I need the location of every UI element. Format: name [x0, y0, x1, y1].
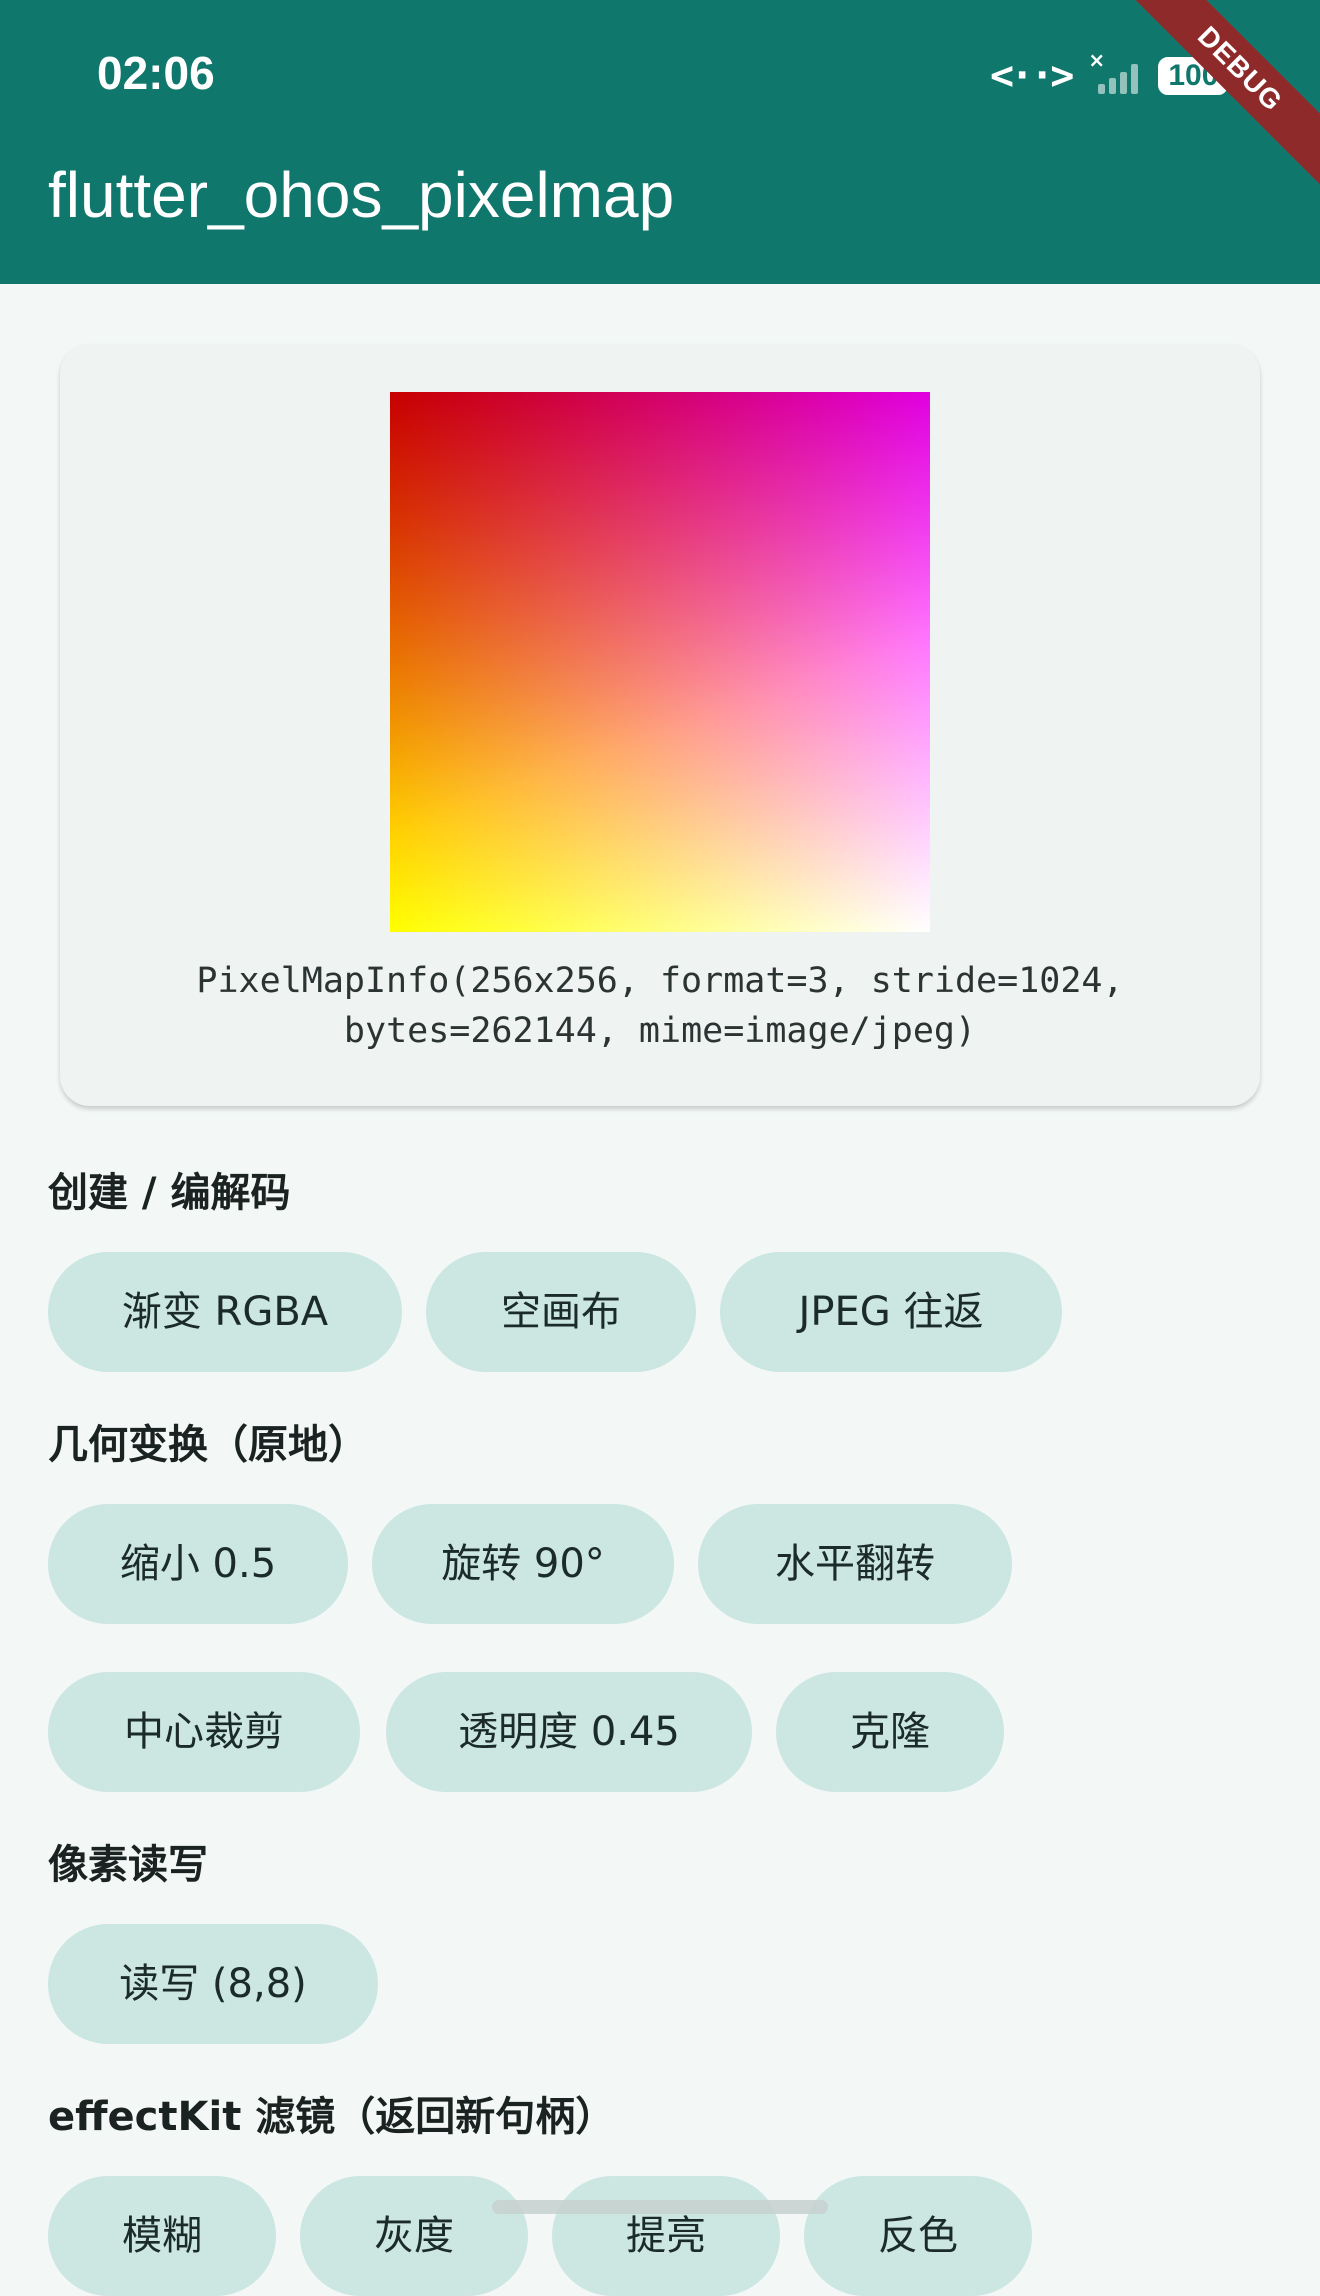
pixelmap-preview-image — [390, 392, 930, 932]
invert-button[interactable]: 反色 — [804, 2176, 1032, 2296]
status-time: 02:06 — [97, 47, 215, 99]
scale-down-button[interactable]: 缩小 0.5 — [48, 1504, 348, 1624]
blur-button[interactable]: 模糊 — [48, 2176, 276, 2296]
rotate-90-button[interactable]: 旋转 90° — [372, 1504, 674, 1624]
pixelmap-info-text: PixelMapInfo(256x256, format=3, stride=1… — [196, 961, 1124, 1051]
empty-canvas-button[interactable]: 空画布 — [426, 1252, 696, 1372]
grayscale-button[interactable]: 灰度 — [300, 2176, 528, 2296]
center-crop-button[interactable]: 中心裁剪 — [48, 1672, 360, 1792]
gradient-rgba-button[interactable]: 渐变 RGBA — [48, 1252, 402, 1372]
data-transfer-icon: <··> — [990, 53, 1074, 99]
section-title-effectkit: effectKit 滤镜（返回新句柄） — [48, 2094, 616, 2140]
section-title-create: 创建 / 编解码 — [48, 1170, 291, 1216]
clone-button[interactable]: 克隆 — [776, 1672, 1004, 1792]
opacity-button[interactable]: 透明度 0.45 — [386, 1672, 752, 1792]
section-title-transform: 几何变换（原地） — [48, 1422, 368, 1468]
brighten-button[interactable]: 提亮 — [552, 2176, 780, 2296]
home-indicator[interactable] — [492, 2200, 828, 2214]
signal-icon: × — [1088, 48, 1144, 98]
read-write-pixel-button[interactable]: 读写 (8,8) — [48, 1924, 378, 2044]
preview-card: PixelMapInfo(256x256, format=3, stride=1… — [60, 344, 1260, 1106]
flip-horizontal-button[interactable]: 水平翻转 — [698, 1504, 1012, 1624]
jpeg-roundtrip-button[interactable]: JPEG 往返 — [720, 1252, 1062, 1372]
section-title-pixel-rw: 像素读写 — [48, 1842, 208, 1888]
app-title: flutter_ohos_pixelmap — [48, 159, 675, 231]
app-bar: 02:06 <··> × 100 flutter_ohos_pixelmap D… — [0, 0, 1320, 284]
